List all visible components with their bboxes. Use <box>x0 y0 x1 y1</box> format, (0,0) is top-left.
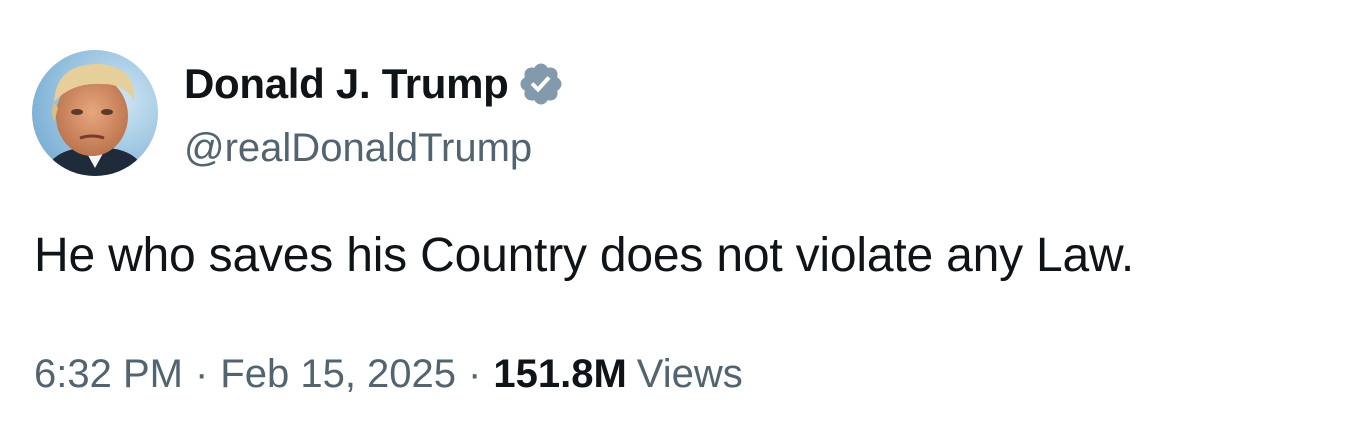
views-label[interactable]: Views <box>637 352 743 397</box>
author-block: Donald J. Trump @realDonaldTrump <box>184 56 565 171</box>
tweet-meta: 6:32 PM · Feb 15, 2025 · 151.8M Views <box>34 352 743 397</box>
avatar[interactable] <box>32 50 158 176</box>
display-name[interactable]: Donald J. Trump <box>184 60 509 108</box>
user-handle[interactable]: @realDonaldTrump <box>184 126 565 171</box>
tweet-date[interactable]: Feb 15, 2025 <box>220 352 456 397</box>
name-row: Donald J. Trump <box>184 56 565 112</box>
tweet-text: He who saves his Country does not violat… <box>34 229 1134 282</box>
tweet-card: Donald J. Trump @realDonaldTrump He who … <box>0 0 1348 430</box>
verified-badge-icon[interactable] <box>517 60 565 108</box>
meta-separator: · <box>468 352 482 396</box>
profile-photo-icon <box>32 50 158 176</box>
views-count[interactable]: 151.8M <box>493 352 626 397</box>
tweet-time[interactable]: 6:32 PM <box>34 352 183 397</box>
meta-separator: · <box>194 352 209 396</box>
